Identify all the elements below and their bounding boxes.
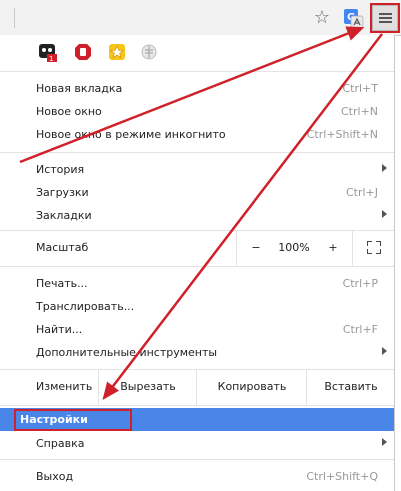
menu-item-new-tab[interactable]: Новая вкладка Ctrl+T <box>0 77 394 100</box>
extension-disabled-icon[interactable] <box>140 43 158 61</box>
copy-button[interactable]: Копировать <box>196 369 307 405</box>
submenu-arrow-icon <box>382 164 387 172</box>
star-icon[interactable]: ☆ <box>312 8 332 28</box>
menu-item-label: Найти... <box>36 323 83 336</box>
cut-button[interactable]: Вырезать <box>98 369 197 405</box>
menu-item-shortcut: Ctrl+Shift+N <box>306 128 378 141</box>
extension-star-icon[interactable] <box>108 43 126 61</box>
svg-text:1: 1 <box>49 55 53 63</box>
menu-item-bookmarks[interactable]: Закладки <box>0 204 394 227</box>
menu-item-label: Печать... <box>36 277 88 290</box>
separator <box>0 266 394 267</box>
zoom-in-label: + <box>328 241 338 254</box>
menu-item-label: Новая вкладка <box>36 82 123 95</box>
separator <box>0 459 394 460</box>
settings-highlight-box <box>14 409 132 431</box>
menu-item-more-tools[interactable]: Дополнительные инструменты <box>0 341 394 364</box>
menu-item-label: Загрузки <box>36 186 89 199</box>
separator <box>0 71 394 72</box>
separator <box>0 405 394 406</box>
zoom-out-label: − <box>251 241 261 254</box>
menu-item-label: Закладки <box>36 209 92 222</box>
menu-item-label: Дополнительные инструменты <box>36 346 218 359</box>
menu-item-cast[interactable]: Транслировать... <box>0 295 394 318</box>
menu-item-label: История <box>36 163 85 176</box>
paste-button[interactable]: Вставить <box>306 369 395 405</box>
menu-item-help[interactable]: Справка <box>0 432 394 455</box>
browser-toolbar: ☆ G <box>0 0 401 36</box>
zoom-in-button[interactable]: + <box>314 230 352 266</box>
menu-item-shortcut: Ctrl+Shift+Q <box>306 470 378 483</box>
menu-item-shortcut: Ctrl+F <box>342 323 378 336</box>
paste-label: Вставить <box>324 380 378 393</box>
submenu-arrow-icon <box>382 347 387 355</box>
menu-item-label: Выход <box>36 470 74 483</box>
google-translate-icon[interactable]: G <box>343 8 364 29</box>
separator <box>0 152 394 153</box>
fullscreen-button[interactable] <box>352 230 395 266</box>
chrome-menu: 1 Новая вкладка Ctrl+T Новое окно Ctrl+N… <box>0 35 395 491</box>
menu-item-shortcut: Ctrl+T <box>342 82 378 95</box>
menu-item-label: Новое окно в режиме инкогнито <box>36 128 226 141</box>
menu-item-label: Транслировать... <box>36 300 135 313</box>
edit-row: Изменить Вырезать Копировать Вставить <box>0 369 394 405</box>
menu-item-find[interactable]: Найти... Ctrl+F <box>0 318 394 341</box>
menu-item-downloads[interactable]: Загрузки Ctrl+J <box>0 181 394 204</box>
extensions-row: 1 <box>0 35 394 71</box>
zoom-value: 100% <box>278 241 310 254</box>
submenu-arrow-icon <box>382 438 387 446</box>
menu-item-shortcut: Ctrl+N <box>340 105 378 118</box>
fullscreen-icon <box>367 241 381 254</box>
hamburger-menu-icon[interactable] <box>372 5 398 31</box>
menu-item-new-window[interactable]: Новое окно Ctrl+N <box>0 100 394 123</box>
menu-item-shortcut: Ctrl+P <box>342 277 378 290</box>
menu-item-label: Новое окно <box>36 105 102 118</box>
copy-label: Копировать <box>217 380 287 393</box>
menu-item-print[interactable]: Печать... Ctrl+P <box>0 272 394 295</box>
menu-item-exit[interactable]: Выход Ctrl+Shift+Q <box>0 465 394 488</box>
zoom-out-button[interactable]: − <box>236 230 275 266</box>
zoom-label: Масштаб <box>36 241 89 254</box>
address-bar-edge[interactable] <box>0 8 15 28</box>
ghostery-icon[interactable]: 1 <box>38 43 57 63</box>
menu-item-shortcut: Ctrl+J <box>345 186 378 199</box>
zoom-level: 100% <box>274 230 314 266</box>
menu-item-label: Справка <box>36 437 85 450</box>
menu-item-history[interactable]: История <box>0 158 394 181</box>
menu-item-incognito-window[interactable]: Новое окно в режиме инкогнито Ctrl+Shift… <box>0 123 394 146</box>
adblock-icon[interactable] <box>74 43 92 61</box>
cut-label: Вырезать <box>120 380 176 393</box>
zoom-row: Масштаб − 100% + <box>0 230 394 266</box>
submenu-arrow-icon <box>382 210 387 218</box>
edit-label: Изменить <box>36 380 93 393</box>
